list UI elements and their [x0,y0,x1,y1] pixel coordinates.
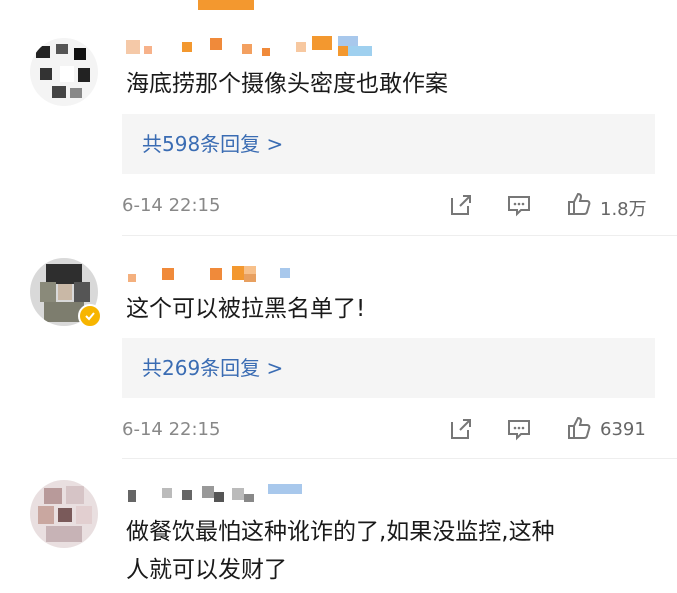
share-icon[interactable] [448,192,474,218]
like-count: 1.8万 [600,199,647,220]
verified-badge-icon [78,304,102,328]
comment-text-line-2: 人就可以发财了 [126,557,287,583]
divider [122,458,677,459]
reply-count-button[interactable]: 共598条回复 > [122,114,655,174]
like-icon[interactable] [566,415,592,441]
like-count: 6391 [600,419,646,440]
comment-text: 这个可以被拉黑名单了! [126,296,366,322]
comment-text-line-1: 做餐饮最怕这种讹诈的了,如果没监控,这种 [126,519,555,545]
comment-text: 海底捞那个摄像头密度也敢作案 [126,71,448,97]
reply-count-label: 共598条回复 > [142,132,284,156]
avatar[interactable] [30,480,98,548]
comment-icon[interactable] [506,416,532,442]
avatar[interactable] [30,38,98,106]
timestamp: 6-14 22:15 [122,419,221,440]
username-redacted[interactable] [126,36,396,56]
divider [122,235,677,236]
timestamp: 6-14 22:15 [122,195,221,216]
like-icon[interactable] [566,191,592,217]
username-redacted[interactable] [126,484,306,504]
comment-icon[interactable] [506,192,532,218]
reply-count-button[interactable]: 共269条回复 > [122,338,655,398]
share-icon[interactable] [448,416,474,442]
reply-count-label: 共269条回复 > [142,356,284,380]
top-color-strip [198,0,254,10]
username-redacted[interactable] [126,262,306,282]
